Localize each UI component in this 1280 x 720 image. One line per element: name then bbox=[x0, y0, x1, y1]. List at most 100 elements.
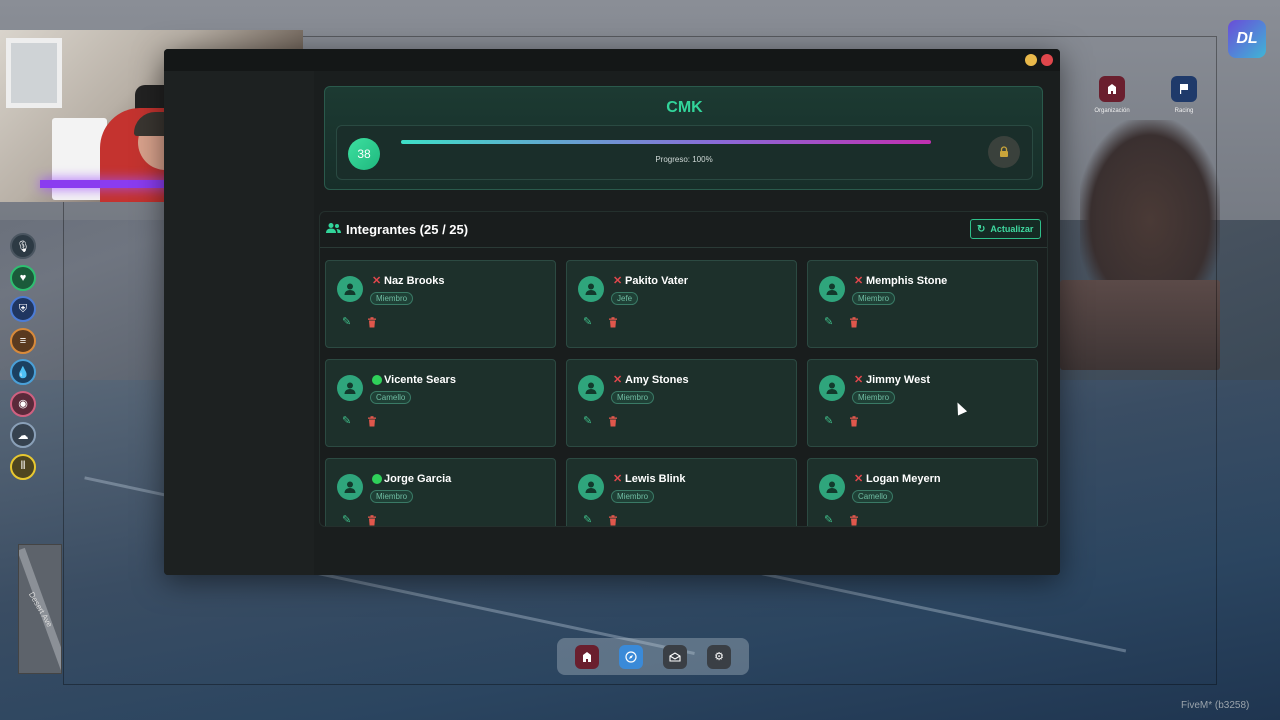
lock-button[interactable] bbox=[988, 136, 1020, 168]
client-version-label: FiveM* (b3258) bbox=[1181, 700, 1250, 711]
avatar-icon bbox=[578, 276, 604, 302]
edit-member-button[interactable]: ✎ bbox=[824, 513, 833, 526]
minimize-button[interactable] bbox=[1025, 54, 1037, 66]
trash-icon bbox=[850, 317, 858, 328]
edit-member-button[interactable]: ✎ bbox=[583, 513, 592, 526]
member-card: ✕ Jimmy West Miembro ✎ bbox=[807, 359, 1038, 447]
offline-status-icon: ✕ bbox=[854, 374, 864, 386]
member-rank-badge: Miembro bbox=[611, 490, 655, 503]
users-icon bbox=[326, 222, 341, 237]
server-logo: DL bbox=[1228, 20, 1266, 58]
edit-member-button[interactable]: ✎ bbox=[342, 414, 351, 427]
app-label: Racing bbox=[1174, 108, 1194, 114]
member-card: ✕ Lewis Blink Miembro ✎ bbox=[566, 458, 797, 526]
member-rank-badge: Miembro bbox=[611, 391, 655, 404]
delete-member-button[interactable] bbox=[367, 513, 377, 526]
member-rank-badge: Miembro bbox=[852, 292, 896, 305]
delete-member-button[interactable] bbox=[367, 315, 377, 328]
member-card: Jorge Garcia Miembro ✎ bbox=[325, 458, 556, 526]
delete-member-button[interactable] bbox=[608, 513, 618, 526]
delete-member-button[interactable] bbox=[608, 414, 618, 427]
food-icon: ≡ bbox=[10, 327, 36, 354]
progress-bar bbox=[401, 140, 931, 144]
refresh-icon: ↻ bbox=[977, 223, 986, 235]
mail-icon[interactable] bbox=[663, 644, 687, 669]
refresh-label: Actualizar bbox=[990, 224, 1034, 234]
voice-icon: 🎙 bbox=[10, 233, 36, 259]
flag-icon bbox=[1171, 76, 1197, 102]
trash-icon bbox=[850, 416, 858, 427]
delete-member-button[interactable] bbox=[367, 414, 377, 427]
member-card: ✕ Pakito Vater Jefe ✎ bbox=[566, 260, 797, 348]
edit-member-button[interactable]: ✎ bbox=[583, 414, 592, 427]
member-name: Lewis Blink bbox=[625, 473, 686, 485]
member-rank-badge: Miembro bbox=[370, 292, 414, 305]
app-label: Organización bbox=[1094, 108, 1130, 114]
sidebar bbox=[164, 71, 314, 575]
member-name: Memphis Stone bbox=[866, 275, 948, 287]
organization-card: CMK 38 Progreso: 100% bbox=[324, 86, 1043, 190]
level-badge: 38 bbox=[348, 138, 380, 170]
refresh-button[interactable]: ↻ Actualizar bbox=[970, 219, 1042, 239]
water-icon: 💧 bbox=[10, 359, 36, 385]
close-button[interactable] bbox=[1041, 54, 1053, 66]
offline-status-icon: ✕ bbox=[613, 374, 623, 386]
trash-icon bbox=[368, 515, 376, 526]
edit-member-button[interactable]: ✎ bbox=[824, 315, 833, 328]
minimap: Desert Ave bbox=[18, 544, 62, 674]
mic-level-icon: ⦀ bbox=[10, 453, 36, 480]
avatar-icon bbox=[578, 375, 604, 401]
organization-name: CMK bbox=[666, 99, 703, 116]
settings-icon[interactable]: ⚙ bbox=[707, 644, 731, 669]
level-panel: 38 Progreso: 100% bbox=[336, 125, 1033, 180]
delete-member-button[interactable] bbox=[608, 315, 618, 328]
trash-icon bbox=[609, 416, 617, 427]
delete-member-button[interactable] bbox=[849, 414, 859, 427]
offline-status-icon: ✕ bbox=[372, 275, 382, 287]
edit-member-button[interactable]: ✎ bbox=[342, 513, 351, 526]
avatar-icon bbox=[337, 474, 363, 500]
window-titlebar bbox=[164, 49, 1060, 71]
member-card: ✕ Amy Stones Miembro ✎ bbox=[566, 359, 797, 447]
offline-status-icon: ✕ bbox=[854, 473, 864, 485]
avatar-icon bbox=[337, 276, 363, 302]
delete-member-button[interactable] bbox=[849, 513, 859, 526]
member-card: ✕ Memphis Stone Miembro ✎ bbox=[807, 260, 1038, 348]
app-racing[interactable]: Racing bbox=[1162, 76, 1206, 114]
members-title: Integrantes (25 / 25) bbox=[346, 222, 469, 237]
top-app-bar: Organización Racing bbox=[1090, 76, 1206, 114]
status-hud: 🎙 ♥ ⛨ ≡ 💧 ◉ ☁ ⦀ bbox=[10, 233, 36, 485]
trash-icon bbox=[850, 515, 858, 526]
member-name: Logan Meyern bbox=[866, 473, 941, 485]
avatar-icon bbox=[578, 474, 604, 500]
member-name: Amy Stones bbox=[625, 374, 689, 386]
online-status-icon bbox=[372, 375, 382, 385]
member-name: Vicente Sears bbox=[384, 374, 456, 386]
member-rank-badge: Camello bbox=[370, 391, 412, 404]
trash-icon bbox=[609, 515, 617, 526]
offline-status-icon: ✕ bbox=[613, 275, 623, 287]
trash-icon bbox=[368, 416, 376, 427]
trash-icon bbox=[368, 317, 376, 328]
edit-member-button[interactable]: ✎ bbox=[583, 315, 592, 328]
delete-member-button[interactable] bbox=[849, 315, 859, 328]
members-panel: Integrantes (25 / 25) ↻ Actualizar ✕ Naz … bbox=[319, 211, 1048, 527]
progress-fill bbox=[401, 140, 931, 144]
building-icon[interactable] bbox=[575, 644, 599, 669]
avatar-icon bbox=[819, 276, 845, 302]
member-card: ✕ Naz Brooks Miembro ✎ bbox=[325, 260, 556, 348]
edit-member-button[interactable]: ✎ bbox=[342, 315, 351, 328]
avatar-icon bbox=[337, 375, 363, 401]
health-icon: ♥ bbox=[10, 264, 36, 291]
app-organizacion[interactable]: Organización bbox=[1090, 76, 1134, 114]
compass-icon[interactable] bbox=[619, 644, 643, 669]
member-rank-badge: Miembro bbox=[852, 391, 896, 404]
member-rank-badge: Miembro bbox=[370, 490, 414, 503]
organization-window: CMK 38 Progreso: 100% Integrantes (25 / … bbox=[164, 49, 1060, 575]
stress-icon: ◉ bbox=[10, 390, 36, 417]
avatar-icon bbox=[819, 375, 845, 401]
offline-status-icon: ✕ bbox=[613, 473, 623, 485]
member-name: Jorge Garcia bbox=[384, 473, 452, 485]
trash-icon bbox=[609, 317, 617, 328]
edit-member-button[interactable]: ✎ bbox=[824, 414, 833, 427]
